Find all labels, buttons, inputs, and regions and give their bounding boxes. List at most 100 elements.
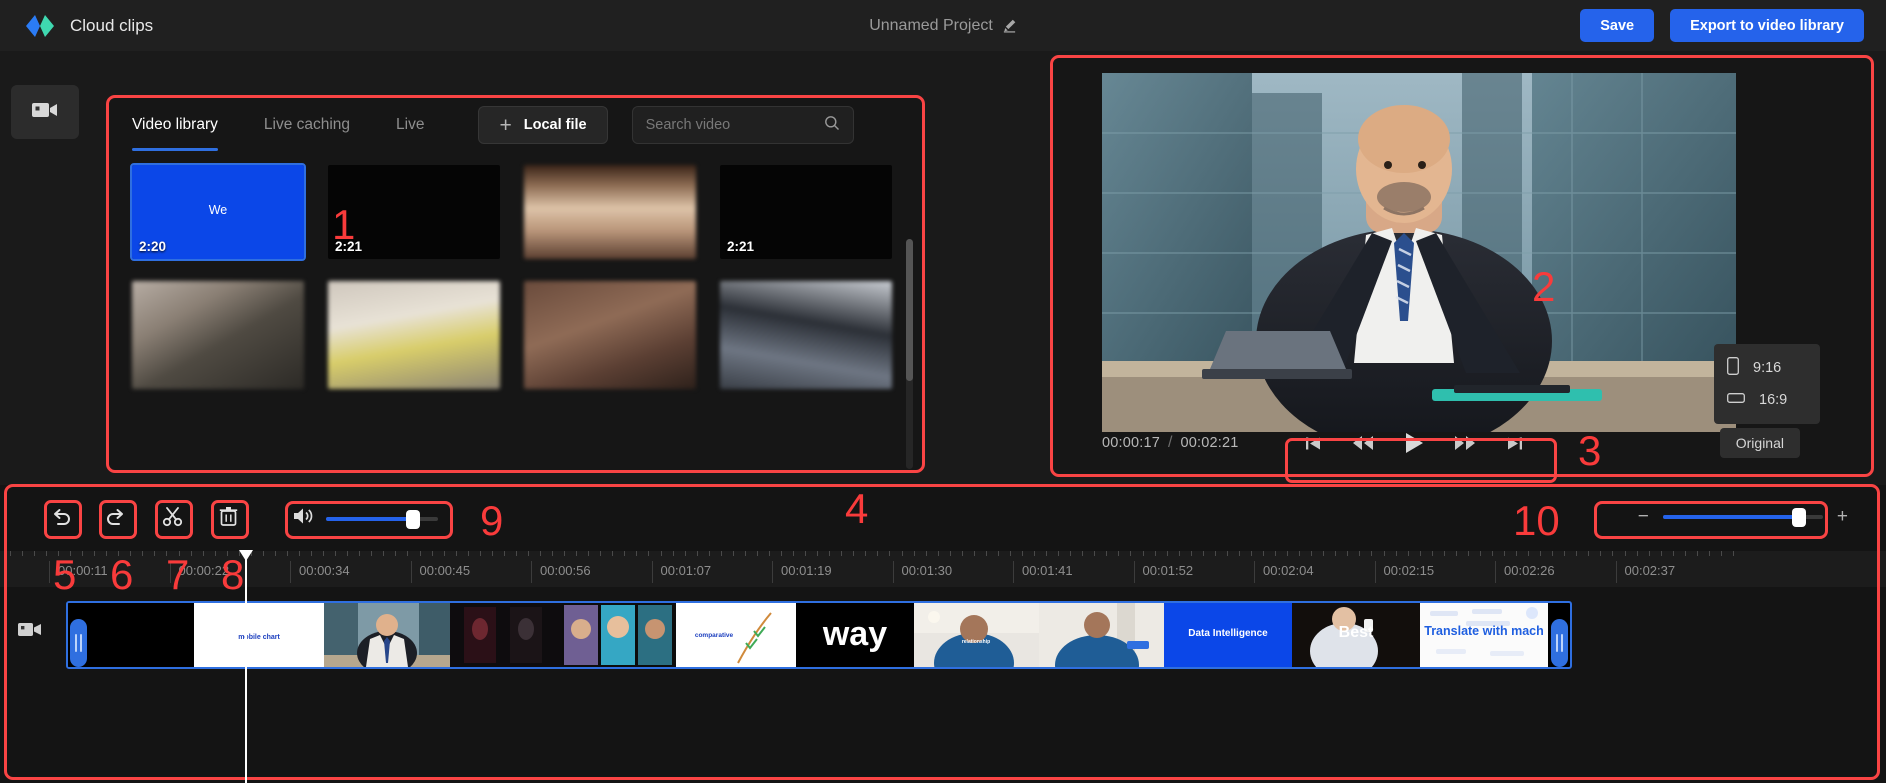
timeline-area: − + 00:00:11 00:00:22 00:00:34 00:00:45 00:0… bbox=[0, 485, 1886, 783]
play-icon[interactable] bbox=[1404, 432, 1424, 454]
thumbnail-item[interactable]: 2:21 bbox=[720, 165, 892, 259]
zoom-in-button[interactable]: + bbox=[1837, 507, 1848, 526]
clip-frame-text: way bbox=[822, 615, 888, 653]
ruler-label: 00:01:07 bbox=[660, 563, 712, 578]
thumbnail-caption: We bbox=[208, 203, 228, 217]
scissors-icon bbox=[162, 506, 183, 532]
clip-frame: mobile chart bbox=[194, 603, 324, 667]
brand-name: Cloud clips bbox=[70, 15, 154, 35]
svg-text:relationship: relationship bbox=[962, 639, 990, 645]
volume-slider-knob[interactable] bbox=[406, 509, 421, 529]
skip-to-end-icon[interactable] bbox=[1506, 435, 1523, 452]
speaker-icon[interactable] bbox=[292, 507, 314, 530]
ruler-label: 00:01:52 bbox=[1142, 563, 1194, 578]
preview-panel: 9:16 16:9 00:00:17 / 00:02:21 Original bbox=[1052, 57, 1872, 475]
brand-logo[interactable]: Cloud clips bbox=[26, 14, 154, 37]
pencil-icon[interactable] bbox=[1002, 18, 1017, 33]
video-editor-app: Cloud clips Unnamed Project Save Export … bbox=[0, 0, 1886, 783]
clip-frame-text: Translate with mach bbox=[1424, 624, 1544, 638]
thumbnail-item[interactable] bbox=[328, 281, 500, 389]
skip-to-start-icon[interactable] bbox=[1305, 435, 1322, 452]
aspect-ratio-label: 9:16 bbox=[1753, 360, 1782, 376]
local-file-label: Local file bbox=[523, 117, 587, 133]
save-button[interactable]: Save bbox=[1580, 9, 1655, 42]
thumbnail-item[interactable] bbox=[132, 281, 304, 389]
ruler-label: 00:00:22 bbox=[178, 563, 230, 578]
tab-video-library[interactable]: Video library bbox=[132, 105, 218, 151]
project-name: Unnamed Project bbox=[869, 16, 993, 34]
redo-button[interactable] bbox=[96, 499, 136, 539]
ruler-label: 00:02:37 bbox=[1624, 563, 1676, 578]
tab-live-caching[interactable]: Live caching bbox=[264, 105, 350, 145]
video-track-icon bbox=[18, 621, 42, 643]
timeline-ruler[interactable]: 00:00:11 00:00:22 00:00:34 00:00:45 00:00:56… bbox=[0, 551, 1886, 587]
ruler-label: 00:01:30 bbox=[901, 563, 953, 578]
clip-frame bbox=[450, 603, 562, 667]
ruler-label: 00:02:15 bbox=[1383, 563, 1435, 578]
video-preview[interactable] bbox=[1102, 73, 1736, 432]
zoom-slider-knob[interactable] bbox=[1791, 507, 1806, 527]
timeline-clip[interactable]: mobile chart comparative way relationshi… bbox=[66, 601, 1572, 669]
phone-portrait-icon bbox=[1727, 357, 1739, 379]
left-rail bbox=[0, 51, 90, 491]
export-to-video-library-button[interactable]: Export to video library bbox=[1670, 9, 1864, 42]
zoom-slider-track[interactable] bbox=[1662, 507, 1823, 527]
zoom-out-button[interactable]: − bbox=[1638, 507, 1649, 526]
search-icon bbox=[824, 115, 840, 136]
media-scrollbar-track[interactable] bbox=[906, 239, 913, 469]
rectangle-landscape-icon bbox=[1727, 392, 1745, 408]
aspect-ratio-9-16[interactable]: 9:16 bbox=[1714, 352, 1820, 384]
header-actions: Save Export to video library bbox=[1580, 0, 1864, 51]
fast-forward-icon[interactable] bbox=[1454, 435, 1476, 451]
quality-original-button[interactable]: Original bbox=[1719, 428, 1800, 458]
ruler-label: 00:02:26 bbox=[1504, 563, 1555, 578]
thumbnail-item[interactable]: We 2:20 bbox=[130, 163, 306, 261]
thumbnail-grid: We 2:20 2:21 2:21 bbox=[108, 153, 923, 389]
playhead[interactable] bbox=[239, 550, 253, 783]
clip-frame: Best bbox=[1292, 603, 1420, 667]
app-header: Cloud clips Unnamed Project Save Export … bbox=[0, 0, 1886, 51]
clip-frame bbox=[562, 603, 676, 667]
search-video-box[interactable] bbox=[631, 106, 854, 144]
chevron-diamond-logo-icon bbox=[26, 14, 54, 37]
tab-live[interactable]: Live bbox=[396, 105, 424, 145]
plus-icon: + bbox=[499, 113, 512, 137]
ruler-label: 00:00:11 bbox=[58, 563, 108, 578]
clip-frame: Data Intelligence bbox=[1164, 603, 1292, 667]
media-scrollbar-thumb[interactable] bbox=[906, 239, 913, 381]
undo-icon bbox=[50, 507, 72, 532]
clip-frame: relationship bbox=[914, 603, 1039, 667]
clip-frame bbox=[1039, 603, 1164, 667]
thumbnail-item[interactable] bbox=[524, 165, 696, 259]
aspect-ratio-16-9[interactable]: 16:9 bbox=[1714, 384, 1820, 416]
rewind-icon[interactable] bbox=[1352, 435, 1374, 451]
timeline-toolbar: − + bbox=[0, 485, 1886, 551]
clip-frame: way bbox=[796, 603, 914, 667]
thumbnail-item[interactable] bbox=[720, 281, 892, 389]
svg-text:comparative: comparative bbox=[695, 632, 734, 639]
sidebar-item-media[interactable] bbox=[11, 85, 79, 139]
media-library-panel: Video library Live caching Live + Local … bbox=[108, 97, 923, 471]
volume-slider-track[interactable] bbox=[326, 509, 438, 529]
thumbnail-item[interactable] bbox=[524, 281, 696, 389]
thumbnail-duration: 2:21 bbox=[335, 239, 363, 254]
clip-frame-text: Data Intelligence bbox=[1188, 628, 1268, 639]
thumbnail-duration: 2:20 bbox=[139, 239, 167, 254]
local-file-button[interactable]: + Local file bbox=[478, 106, 608, 144]
redo-icon bbox=[105, 507, 127, 532]
split-button[interactable] bbox=[152, 499, 192, 539]
ruler-label: 00:00:34 bbox=[299, 563, 350, 578]
current-time: 00:00:17 bbox=[1102, 435, 1161, 451]
search-input[interactable] bbox=[645, 117, 821, 133]
undo-button[interactable] bbox=[41, 499, 81, 539]
delete-button[interactable] bbox=[208, 499, 248, 539]
clip-trim-handle-right[interactable] bbox=[1551, 619, 1568, 667]
timeline-track: mobile chart comparative way relationshi… bbox=[0, 595, 1886, 673]
thumbnail-duration: 2:21 bbox=[727, 239, 755, 254]
thumbnail-item[interactable]: 2:21 bbox=[328, 165, 500, 259]
ruler-label: 00:00:45 bbox=[419, 563, 471, 578]
playback-controls-bar: 00:00:17 / 00:02:21 Original bbox=[1102, 425, 1842, 461]
ruler-label: 00:02:04 bbox=[1263, 563, 1314, 578]
timeline-zoom-control: − + bbox=[1638, 507, 1848, 527]
clip-trim-handle-left[interactable] bbox=[70, 619, 87, 667]
